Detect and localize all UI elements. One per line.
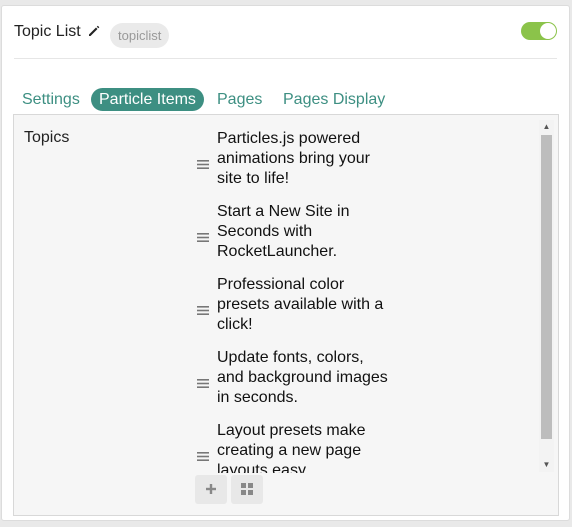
enabled-toggle[interactable] [521, 22, 557, 40]
panel-header: Topic List topiclist [14, 18, 557, 54]
tab-pages-display[interactable]: Pages Display [275, 88, 393, 111]
list-item-text: Particles.js powered animations bring yo… [217, 130, 370, 187]
tab-content: Topics Particles.js powered animations b… [13, 114, 559, 516]
list-scrollbar[interactable]: ▲ ▼ [539, 120, 554, 472]
scroll-down-arrow-icon[interactable]: ▼ [539, 458, 554, 472]
panel-title: Topic List [14, 23, 81, 40]
scroll-up-arrow-icon[interactable]: ▲ [539, 120, 554, 134]
header-divider [14, 58, 557, 59]
pencil-icon[interactable] [87, 24, 101, 38]
list-item[interactable]: Particles.js powered animations bring yo… [192, 129, 392, 195]
grid-icon [241, 483, 253, 495]
topics-label: Topics [24, 129, 70, 146]
list-item[interactable]: Professional color presets available wit… [192, 275, 392, 341]
tab-particle-items[interactable]: Particle Items [91, 88, 204, 111]
list-item[interactable]: Update fonts, colors, and background ima… [192, 348, 392, 414]
list-item-text: Professional color presets available wit… [217, 276, 384, 333]
panel-card: Topic List topiclist Settings Particle I… [1, 5, 570, 521]
plus-icon [206, 484, 216, 494]
list-item[interactable]: Layout presets make creating a new page … [192, 421, 392, 473]
drag-handle-icon[interactable] [197, 448, 209, 461]
bulk-add-button[interactable] [231, 475, 263, 504]
topics-list: Particles.js powered animations bring yo… [192, 123, 542, 473]
particle-panel: Topic List topiclist Settings Particle I… [0, 0, 572, 527]
id-badge: topiclist [110, 23, 170, 48]
list-item-text: Update fonts, colors, and background ima… [217, 349, 388, 406]
list-item-text: Layout presets make creating a new page … [217, 422, 366, 473]
toggle-knob [540, 23, 556, 39]
tab-pages[interactable]: Pages [209, 88, 270, 111]
drag-handle-icon[interactable] [197, 156, 209, 169]
add-item-button[interactable] [195, 475, 227, 504]
list-item[interactable]: Start a New Site in Seconds with RocketL… [192, 202, 392, 268]
drag-handle-icon[interactable] [197, 302, 209, 315]
drag-handle-icon[interactable] [197, 375, 209, 388]
list-item-text: Start a New Site in Seconds with RocketL… [217, 203, 350, 260]
scroll-thumb[interactable] [541, 135, 552, 439]
tab-settings[interactable]: Settings [14, 88, 88, 111]
drag-handle-icon[interactable] [197, 229, 209, 242]
